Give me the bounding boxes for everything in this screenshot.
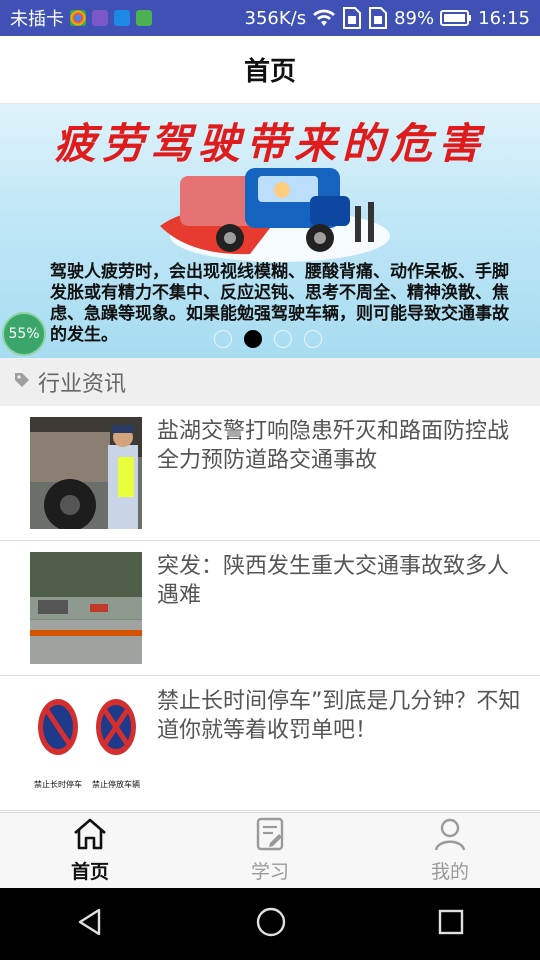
wechat-app-icon (136, 10, 152, 26)
carousel-dot[interactable] (304, 330, 322, 348)
title-bar: 首页 (0, 36, 540, 104)
sim-icon-1 (342, 7, 362, 29)
news-thumbnail (30, 417, 142, 529)
network-speed: 356K/s (244, 7, 307, 29)
news-item[interactable]: 盐湖交警打响隐患歼灭和路面防控战全力预防道路交通事故 (0, 406, 540, 541)
clock: 16:15 (478, 7, 530, 29)
chrome-app-icon (70, 10, 86, 26)
news-list: 盐湖交警打响隐患歼灭和路面防控战全力预防道路交通事故 突发：陕西发生重大交通事故… (0, 406, 540, 811)
banner-carousel[interactable]: 疲劳驾驶带来的危害 驾驶人疲劳时，会出现视线模糊、腰酸背痛、动作呆板、手脚发胀或… (0, 104, 540, 358)
status-bar: 未插卡 356K/s 89% 16:15 (0, 0, 540, 36)
tab-home[interactable]: 首页 (0, 813, 180, 888)
news-item[interactable]: 禁止长时停车 禁止停放车辆 禁止长时间停车”到底是几分钟？不知道你就等着收罚单吧… (0, 676, 540, 811)
section-title: 行业资讯 (38, 372, 127, 397)
carrier-text: 未插卡 (10, 9, 64, 30)
status-bar-right: 356K/s 89% 16:15 (244, 7, 530, 29)
tab-label: 首页 (70, 861, 109, 883)
notebook-icon (252, 817, 288, 855)
news-item[interactable]: 突发：陕西发生重大交通事故致多人遇难 (0, 541, 540, 676)
tab-label: 我的 (430, 861, 469, 883)
status-bar-left: 未插卡 (10, 5, 152, 31)
page-title: 首页 (243, 57, 296, 87)
sign-caption-right: 禁止停放车辆 (92, 779, 140, 789)
system-nav-bar (0, 888, 540, 960)
truck-illustration (160, 168, 390, 262)
carousel-dot[interactable] (274, 330, 292, 348)
carousel-dot[interactable] (214, 330, 232, 348)
news-title: 突发：陕西发生重大交通事故致多人遇难 (157, 554, 510, 608)
sim-icon-2 (368, 7, 388, 29)
battery-percent: 89% (394, 7, 435, 29)
news-title: 禁止长时间停车”到底是几分钟？不知道你就等着收罚单吧！ (157, 689, 521, 743)
tab-label: 学习 (250, 861, 289, 883)
sign-caption-left: 禁止长时停车 (34, 779, 82, 789)
home-icon (72, 817, 108, 855)
tab-study[interactable]: 学习 (180, 813, 360, 888)
tag-icon (14, 372, 30, 392)
carousel-dots (214, 330, 322, 348)
wifi-icon (312, 9, 336, 27)
carousel-dot-active[interactable] (244, 330, 262, 348)
back-icon[interactable] (75, 907, 105, 941)
bottom-tab-bar: 首页 学习 我的 (0, 812, 540, 888)
news-thumbnail (30, 552, 142, 664)
home-circle-icon[interactable] (255, 906, 287, 942)
profile-icon (432, 817, 468, 855)
news-title: 盐湖交警打响隐患歼灭和路面防控战全力预防道路交通事故 (157, 419, 510, 473)
video-app-icon (114, 10, 130, 26)
recents-icon[interactable] (437, 908, 465, 940)
section-header: 行业资讯 (0, 358, 540, 406)
news-thumbnail: 禁止长时停车 禁止停放车辆 (30, 687, 142, 799)
tab-profile[interactable]: 我的 (360, 813, 540, 888)
battery-icon (440, 10, 472, 26)
gallery-app-icon (92, 10, 108, 26)
progress-badge[interactable]: 55% (2, 312, 46, 356)
